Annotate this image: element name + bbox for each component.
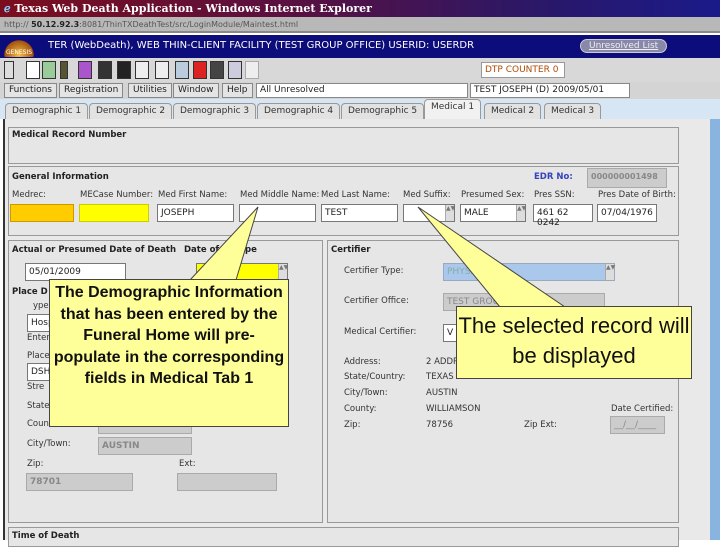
left-callout-pointer (188, 206, 259, 281)
callout-pointers (188, 206, 567, 308)
demographic-callout: The Demographic Information that has bee… (49, 279, 289, 427)
selected-record-callout: The selected record will be displayed (456, 306, 692, 379)
right-callout-pointer (417, 206, 567, 308)
